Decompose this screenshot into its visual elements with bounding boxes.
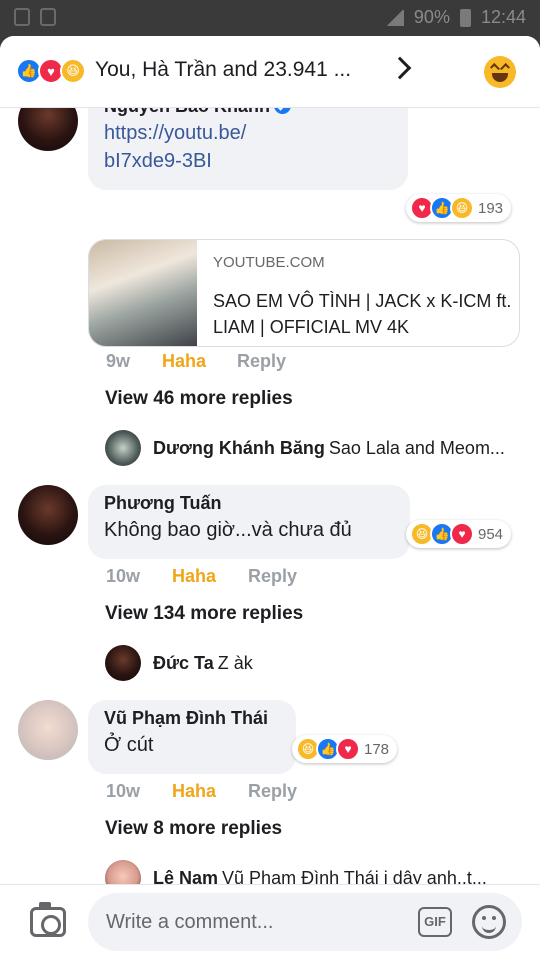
- clock: 12:44: [480, 7, 526, 27]
- comment-bubble[interactable]: Vũ Phạm Đình Thái Ở cút: [88, 700, 296, 774]
- status-bar: 90% 12:44: [0, 0, 540, 36]
- reply-link[interactable]: Reply: [248, 781, 297, 802]
- view-more-replies[interactable]: View 46 more replies: [105, 388, 293, 410]
- reply-author[interactable]: Lê Nam: [153, 868, 218, 884]
- emoji-icon[interactable]: [472, 905, 506, 939]
- haha-reaction-link[interactable]: Haha: [172, 781, 216, 802]
- reply-preview[interactable]: Lê Nam Vũ Phạm Đình Thái j dậy anh..t...: [153, 868, 487, 884]
- haha-reaction-link[interactable]: Haha: [162, 351, 206, 372]
- comment-text: Không bao giờ...và chưa đủ: [104, 519, 352, 541]
- reply-author[interactable]: Dương Khánh Băng: [153, 438, 325, 458]
- battery-level: 90%: [413, 7, 450, 27]
- preview-domain: YOUTUBE.COM: [213, 254, 325, 271]
- love-icon: ♥: [450, 522, 474, 546]
- reaction-count: 178: [364, 740, 390, 758]
- haha-mouth: [492, 73, 508, 82]
- reply-text[interactable]: Vũ Phạm Đình Thái j dậy anh..t...: [222, 868, 487, 884]
- avatar[interactable]: [18, 108, 78, 151]
- commenter-name[interactable]: Phương Tuấn: [104, 493, 394, 514]
- love-icon: ♥: [336, 737, 360, 761]
- video-thumbnail[interactable]: [89, 240, 197, 346]
- comment-list[interactable]: Nguyễn Bảo Khánh https://youtu.be/ bI7xd…: [0, 108, 540, 884]
- reactions-title[interactable]: You, Hà Trần and 23.941 ...: [95, 58, 351, 82]
- reply-avatar[interactable]: [105, 645, 141, 681]
- comment-time: 9w: [106, 351, 131, 371]
- reaction-badge[interactable]: 😆 👍 ♥ 178: [292, 735, 398, 763]
- comment-composer: Write a comment... GIF: [0, 884, 540, 960]
- reply-text[interactable]: Sao Lala and Meom...: [329, 438, 505, 458]
- comment-input[interactable]: Write a comment...: [88, 893, 522, 951]
- reaction-badge[interactable]: ♥ 👍 😆 193: [406, 194, 512, 222]
- reaction-count: 954: [478, 525, 504, 543]
- view-more-replies[interactable]: View 8 more replies: [105, 818, 282, 840]
- comments-sheet: 👍 ♥ 😆 You, Hà Trần and 23.941 ... Nguyễn…: [0, 36, 540, 960]
- comment-time: 10w: [106, 781, 141, 801]
- reactions-header[interactable]: 👍 ♥ 😆 You, Hà Trần and 23.941 ...: [0, 36, 540, 108]
- haha-icon: 😆: [450, 196, 474, 220]
- comment-text: Ở cút: [104, 734, 154, 756]
- haha-icon: 😆: [60, 58, 86, 84]
- reply-author[interactable]: Đức Ta: [153, 653, 214, 673]
- reply-preview[interactable]: Dương Khánh Băng Sao Lala and Meom...: [153, 438, 505, 459]
- commenter-name-text[interactable]: Nguyễn Bảo Khánh: [104, 108, 270, 116]
- reply-avatar[interactable]: [105, 430, 141, 466]
- reply-text[interactable]: Z àk: [218, 653, 253, 673]
- comment-link[interactable]: https://youtu.be/ bI7xde9-3BI: [104, 119, 392, 175]
- avatar[interactable]: [18, 485, 78, 545]
- gif-button[interactable]: GIF: [418, 907, 452, 937]
- link-line-1[interactable]: https://youtu.be/: [104, 119, 392, 147]
- reply-link[interactable]: Reply: [248, 566, 297, 587]
- verified-badge-icon: [274, 108, 292, 114]
- link-line-2[interactable]: bI7xde9-3BI: [104, 147, 392, 175]
- view-more-replies[interactable]: View 134 more replies: [105, 603, 303, 625]
- avatar[interactable]: [18, 700, 78, 760]
- preview-title[interactable]: SAO EM VÔ TÌNH | JACK x K-ICM ft. LIAM |…: [213, 288, 513, 340]
- reply-preview[interactable]: Đức Ta Z àk: [153, 653, 253, 674]
- app-icon: [40, 8, 56, 26]
- comment-bubble[interactable]: Phương Tuấn Không bao giờ...và chưa đủ: [88, 485, 410, 559]
- comment-bubble[interactable]: Nguyễn Bảo Khánh https://youtu.be/ bI7xd…: [88, 108, 408, 190]
- reaction-count: 193: [478, 199, 504, 217]
- camera-icon[interactable]: [30, 902, 66, 937]
- reply-link[interactable]: Reply: [237, 351, 286, 372]
- reaction-badge[interactable]: 😆 👍 ♥ 954: [406, 520, 512, 548]
- reaction-summary[interactable]: 👍 ♥ 😆: [16, 58, 86, 84]
- comment-time: 10w: [106, 566, 141, 586]
- battery-icon: [459, 8, 471, 27]
- commenter-name[interactable]: Nguyễn Bảo Khánh: [104, 108, 392, 117]
- reply-avatar[interactable]: [105, 860, 141, 884]
- commenter-name[interactable]: Vũ Phạm Đình Thái: [104, 708, 280, 729]
- haha-reaction-link[interactable]: Haha: [172, 566, 216, 587]
- signal-icon: [385, 9, 404, 26]
- link-preview-card[interactable]: YOUTUBE.COM SAO EM VÔ TÌNH | JACK x K-IC…: [88, 239, 520, 347]
- haha-reaction-button[interactable]: [484, 56, 516, 88]
- chevron-right-icon[interactable]: [388, 56, 412, 80]
- notification-icon: [14, 8, 30, 26]
